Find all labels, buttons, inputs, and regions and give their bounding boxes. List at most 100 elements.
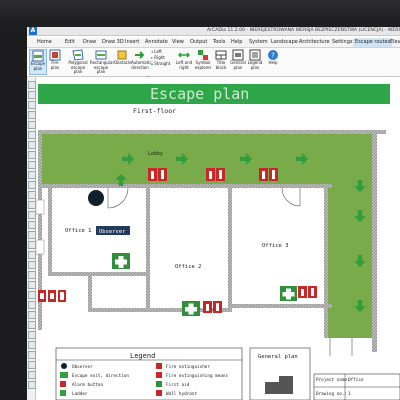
rotate-tool[interactable]	[28, 201, 36, 209]
office1-west-wall	[48, 188, 52, 276]
direction-group: ◂ Left ▸ Right ▴ Straight	[151, 49, 171, 75]
menu-landscape[interactable]: Landscape	[271, 38, 298, 47]
pan-tool[interactable]	[28, 321, 36, 329]
menu-system[interactable]: System	[249, 38, 268, 47]
room-label-office3: Office 3	[262, 243, 289, 249]
ribbon-toolbar: Escape plan Fire plan Polygonal escape p…	[27, 48, 400, 77]
app-logo-icon[interactable]: A	[29, 27, 37, 35]
trim-tool[interactable]	[28, 231, 36, 239]
menu-architecture[interactable]: Architecture	[299, 38, 330, 47]
floor-label: First-floor	[133, 107, 176, 115]
help-button[interactable]: ? Help	[265, 49, 281, 73]
mirror-tool[interactable]	[28, 221, 36, 229]
legend-item: Wall hydrant	[166, 391, 197, 397]
rectangle-tool[interactable]	[28, 131, 36, 139]
svg-text:?: ?	[271, 52, 275, 60]
properties-tool[interactable]	[28, 301, 36, 309]
arrow-left-icon: ◂	[151, 49, 154, 54]
exit-door	[329, 338, 353, 356]
circle-tool[interactable]	[28, 121, 36, 129]
observer-icon[interactable]	[88, 190, 104, 206]
symbol-explorer-button[interactable]: Symbol explorer	[194, 49, 212, 73]
title-block-button[interactable]: Title block	[213, 49, 229, 73]
arrow-straight-icon: ▴	[151, 61, 154, 66]
legend-item: Observer	[72, 364, 93, 370]
fire-means-icon	[156, 372, 162, 378]
north-wall	[38, 130, 386, 134]
office1-east-wall	[146, 188, 150, 312]
text-tool[interactable]	[28, 151, 36, 159]
arrow-right-icon: ▸	[151, 55, 154, 60]
redo-tool[interactable]	[28, 381, 36, 389]
measure-tool[interactable]	[28, 281, 36, 289]
first-aid-icon	[156, 381, 162, 387]
left-and-right-button[interactable]: Left and right	[175, 49, 193, 73]
menu-view[interactable]: View	[172, 38, 184, 47]
ortho-tool[interactable]	[28, 351, 36, 359]
undo-tool[interactable]	[28, 371, 36, 379]
erase-tool[interactable]	[28, 271, 36, 279]
snap-tool[interactable]	[28, 331, 36, 339]
general-plan-button[interactable]: General plan	[230, 49, 246, 73]
layer-tool[interactable]	[28, 291, 36, 299]
drawing-no-label: Drawing no.:	[316, 391, 347, 397]
automatic-direction-button[interactable]: Automatic direction	[131, 49, 152, 73]
obstacle-button[interactable]: Obstacle	[114, 49, 132, 73]
office3-west-wall	[228, 188, 232, 308]
room-label-office1: Office 1	[65, 228, 92, 234]
polyline-tool[interactable]	[28, 101, 36, 109]
ladder-icon	[60, 390, 66, 396]
observer-icon	[61, 363, 67, 369]
general-plan-title: General plan	[258, 354, 298, 360]
menu-output[interactable]: Output	[190, 38, 207, 47]
legend-item: Fire extinguisher	[166, 364, 210, 370]
fire-extinguisher-sign-icon	[298, 286, 317, 298]
menu-draw-3d[interactable]: Draw 3D	[102, 38, 124, 47]
fillet-tool[interactable]	[28, 261, 36, 269]
rectangular-escape-plan-button[interactable]: Rectangular escape plan	[90, 49, 114, 74]
polygonal-escape-plan-button[interactable]: Polygonal escape plan	[67, 49, 89, 74]
first-aid-sign-icon	[182, 301, 200, 316]
copy-tool[interactable]	[28, 191, 36, 199]
scale-tool[interactable]	[28, 211, 36, 219]
window	[36, 199, 45, 215]
grid-tool[interactable]	[28, 341, 36, 349]
drawing-canvas[interactable]: Escape plan First-floor Lobby Office 1 O…	[36, 77, 400, 400]
legend-plan-button[interactable]: Legend plan	[247, 49, 263, 73]
menu-elev[interactable]: Elev	[390, 38, 400, 47]
zoom-tool[interactable]	[28, 311, 36, 319]
menu-draw[interactable]: Draw	[83, 38, 96, 47]
legend-item: Escape exit, direction	[72, 373, 129, 379]
block-tool[interactable]	[28, 171, 36, 179]
menu-annotate[interactable]: Annotate	[145, 38, 168, 47]
osnap-tool[interactable]	[28, 361, 36, 369]
move-tool[interactable]	[28, 181, 36, 189]
title-bar: A ArCADia 11.2.00 - NIEREJESTROWANA WERS…	[27, 27, 400, 36]
offset-tool[interactable]	[28, 251, 36, 259]
straight-button[interactable]: ▴ Straight	[151, 61, 171, 67]
arc-tool[interactable]	[28, 111, 36, 119]
menu-settings[interactable]: Settings	[332, 38, 353, 47]
hatch-tool[interactable]	[28, 141, 36, 149]
menu-edit[interactable]: Edit	[65, 38, 75, 47]
extend-tool[interactable]	[28, 241, 36, 249]
select-tool[interactable]	[28, 81, 36, 89]
legend-item: Alarm button	[72, 382, 103, 388]
project-name-value: Office	[348, 377, 364, 383]
line-tool[interactable]	[28, 91, 36, 99]
menu-home[interactable]: Home	[37, 38, 52, 47]
room-label-office2: Office 2	[175, 264, 202, 270]
menu-escape-routes[interactable]: Escape routes	[353, 38, 393, 47]
menu-insert[interactable]: Insert	[125, 38, 139, 47]
office3-door	[281, 187, 301, 207]
office1-door	[107, 187, 129, 209]
first-aid-sign-icon	[280, 286, 297, 301]
menu-help[interactable]: Help	[231, 38, 242, 47]
fire-plan-button[interactable]: Fire plan	[47, 49, 63, 73]
dimension-tool[interactable]	[28, 161, 36, 169]
office1-south-wall	[48, 272, 148, 276]
escape-plan-button[interactable]: Escape plan	[29, 49, 47, 75]
menu-tools[interactable]: Tools	[213, 38, 225, 47]
east-wall	[372, 130, 377, 352]
plan-header-title: Escape plan	[150, 85, 249, 103]
